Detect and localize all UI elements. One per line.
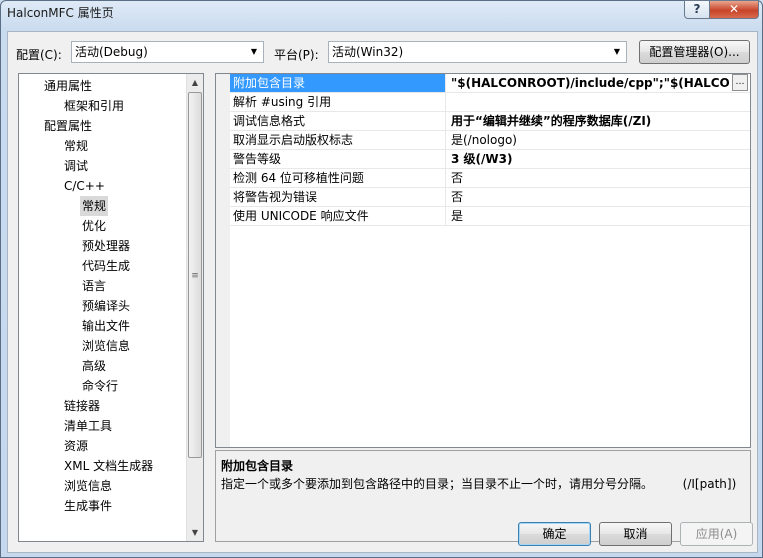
title-bar[interactable]: HalconMFC 属性页 ? ✕ — [1, 0, 762, 27]
tree-item[interactable]: 清单工具 — [62, 416, 114, 436]
platform-label: 平台(P): — [274, 48, 319, 62]
property-row[interactable]: 附加包含目录 "$(HALCONROOT)/include/cpp";"$(HA… — [230, 74, 750, 93]
config-dropdown-value: 活动(Debug) — [75, 45, 148, 59]
tree-item[interactable]: 配置属性 — [42, 116, 94, 136]
property-row[interactable]: 检测 64 位可移植性问题 否 — [230, 169, 750, 188]
platform-dropdown[interactable]: 活动(Win32) ▼ — [328, 41, 627, 63]
property-row[interactable]: 调试信息格式 用于“编辑并继续”的程序数据库(/ZI) — [230, 112, 750, 131]
platform-dropdown-value: 活动(Win32) — [332, 45, 404, 59]
property-tree[interactable]: 通用属性 框架和引用 配置属性 常规 调试 C/C++ 常规 优化 预处理器 代… — [18, 73, 204, 542]
property-value[interactable]: 是 — [447, 207, 750, 225]
config-manager-button[interactable]: 配置管理器(O)... — [639, 40, 750, 64]
tree-item[interactable]: 调试 — [62, 156, 90, 176]
tree-item[interactable]: 输出文件 — [80, 316, 132, 336]
property-name[interactable]: 调试信息格式 — [230, 112, 446, 130]
property-name[interactable]: 将警告视为错误 — [230, 188, 446, 206]
help-button[interactable]: ? — [684, 0, 710, 19]
property-name[interactable]: 警告等级 — [230, 150, 446, 168]
property-row[interactable]: 将警告视为错误 否 — [230, 188, 750, 207]
tree-item[interactable]: XML 文档生成器 — [62, 456, 155, 476]
tree-item[interactable]: 代码生成 — [80, 256, 132, 276]
ok-button[interactable]: 确定 — [518, 522, 591, 546]
tree-item[interactable]: 资源 — [62, 436, 90, 456]
description-text: 指定一个或多个要添加到包含路径中的目录；当目录不止一个时，请用分号分隔。 (/I… — [221, 475, 736, 492]
property-name[interactable]: 解析 #using 引用 — [230, 93, 446, 111]
scroll-up-arrow-icon[interactable]: ▲ — [187, 74, 203, 91]
property-row[interactable]: 解析 #using 引用 — [230, 93, 750, 112]
tree-item[interactable]: 高级 — [80, 356, 108, 376]
close-button[interactable]: ✕ — [709, 0, 759, 19]
property-value[interactable]: 否 — [447, 169, 750, 187]
tree-item[interactable]: 优化 — [80, 216, 108, 236]
dialog-client-area: 配置(C): 活动(Debug) ▼ 平台(P): 活动(Win32) ▼ 配置… — [7, 31, 758, 553]
tree-item[interactable]: 语言 — [80, 276, 108, 296]
tree-item[interactable]: 浏览信息 — [62, 476, 114, 496]
tree-item-selected[interactable]: 常规 — [80, 196, 109, 216]
chevron-down-icon: ▼ — [250, 47, 258, 56]
tree-item[interactable]: 预处理器 — [80, 236, 132, 256]
properties-dialog: HalconMFC 属性页 ? ✕ 配置(C): 活动(Debug) ▼ 平台(… — [0, 0, 763, 558]
tree-scrollbar[interactable]: ▲ ≡ ▼ — [186, 74, 203, 541]
property-value[interactable]: 用于“编辑并继续”的程序数据库(/ZI) — [447, 112, 750, 130]
tree-item[interactable]: 命令行 — [80, 376, 120, 396]
tree-item[interactable]: 框架和引用 — [62, 96, 126, 116]
chevron-down-icon: ▼ — [613, 47, 621, 56]
property-row[interactable]: 使用 UNICODE 响应文件 是 — [230, 207, 750, 226]
grid-margin — [216, 74, 230, 447]
tree-item[interactable]: 浏览信息 — [80, 336, 132, 356]
property-name[interactable]: 检测 64 位可移植性问题 — [230, 169, 446, 187]
property-value[interactable]: 是(/nologo) — [447, 131, 750, 149]
apply-button[interactable]: 应用(A) — [680, 522, 753, 546]
tree-item[interactable]: 常规 — [62, 136, 90, 156]
property-value[interactable]: 否 — [447, 188, 750, 206]
tree-item[interactable]: C/C++ — [62, 176, 107, 196]
description-switch: (/I[path]) — [682, 477, 737, 491]
config-label: 配置(C): — [16, 48, 62, 62]
cancel-button[interactable]: 取消 — [599, 522, 672, 546]
property-name[interactable]: 取消显示启动版权标志 — [230, 131, 446, 149]
scroll-thumb[interactable]: ≡ — [188, 92, 202, 458]
property-grid: 附加包含目录 "$(HALCONROOT)/include/cpp";"$(HA… — [215, 73, 751, 448]
property-value[interactable] — [447, 93, 750, 111]
tree-item[interactable]: 通用属性 — [42, 76, 94, 96]
description-body: 指定一个或多个要添加到包含路径中的目录；当目录不止一个时，请用分号分隔。 — [221, 477, 654, 491]
property-row[interactable]: 警告等级 3 级(/W3) — [230, 150, 750, 169]
window-title: HalconMFC 属性页 — [7, 6, 114, 20]
tree-item[interactable]: 链接器 — [62, 396, 102, 416]
property-value[interactable]: "$(HALCONROOT)/include/cpp";"$(HALCONRO — [447, 74, 730, 92]
config-dropdown[interactable]: 活动(Debug) ▼ — [71, 41, 264, 63]
property-name[interactable]: 使用 UNICODE 响应文件 — [230, 207, 446, 225]
tree-item[interactable]: 生成事件 — [62, 496, 114, 516]
property-row[interactable]: 取消显示启动版权标志 是(/nologo) — [230, 131, 750, 150]
tree-item[interactable]: 预编译头 — [80, 296, 132, 316]
property-name[interactable]: 附加包含目录 — [230, 74, 446, 92]
scroll-down-arrow-icon[interactable]: ▼ — [187, 524, 203, 541]
description-title: 附加包含目录 — [221, 459, 294, 473]
ellipsis-icon[interactable]: … — [732, 74, 748, 91]
property-value[interactable]: 3 级(/W3) — [447, 150, 750, 168]
